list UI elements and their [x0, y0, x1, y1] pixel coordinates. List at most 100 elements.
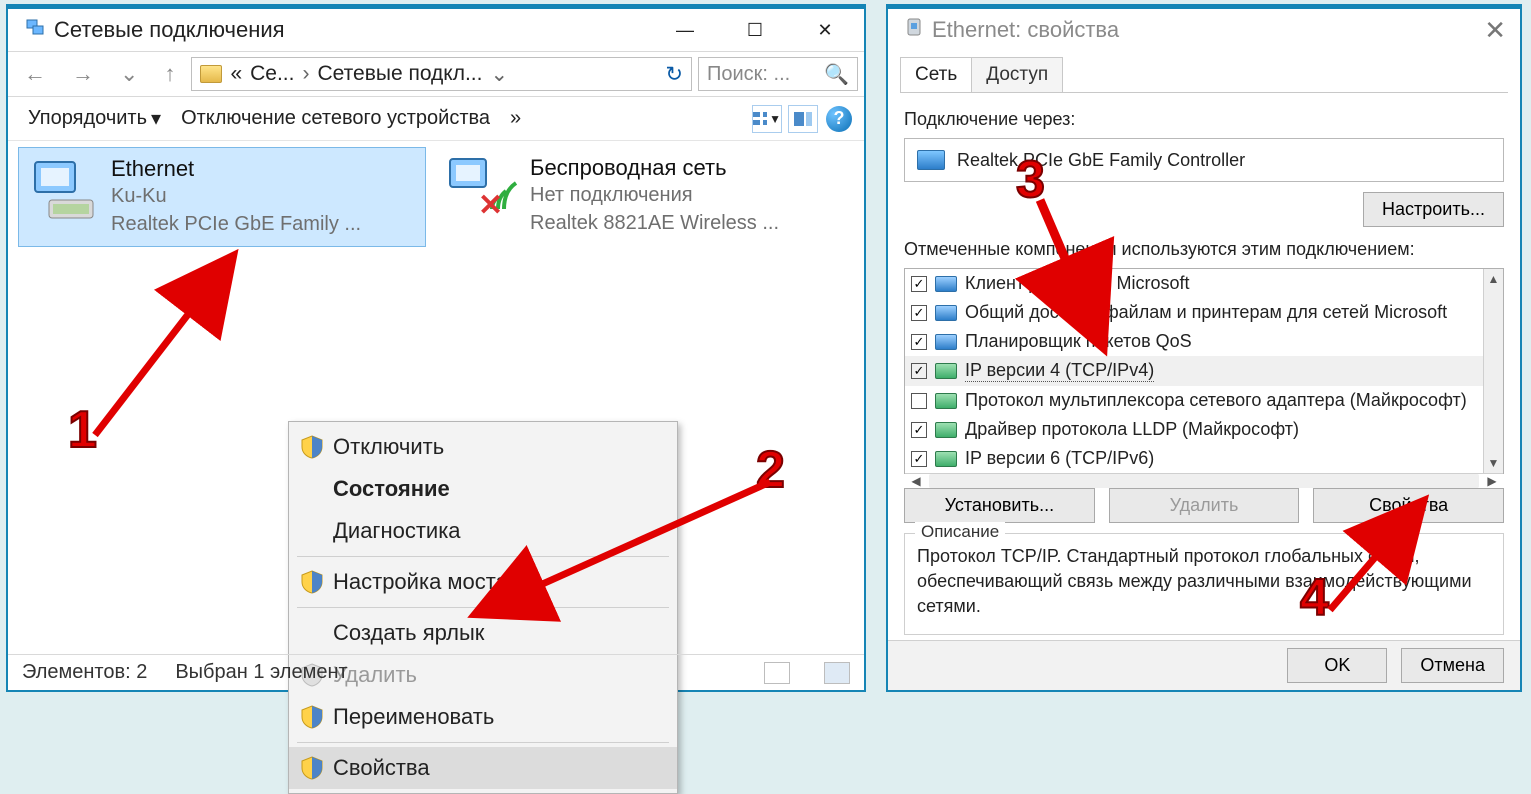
monitor-icon: [935, 276, 957, 292]
scroll-track[interactable]: [929, 474, 1479, 488]
scrollbar-vertical[interactable]: ▲ ▼: [1483, 269, 1503, 473]
properties-button[interactable]: Свойства: [1313, 488, 1504, 523]
titlebar: Ethernet: свойства ✕: [888, 9, 1520, 51]
up-button[interactable]: ↑: [154, 61, 185, 87]
checkbox[interactable]: ✓: [911, 276, 927, 292]
status-elements-count: Элементов: 2: [22, 661, 147, 684]
tabs: Сеть Доступ: [900, 57, 1508, 93]
monitor-icon: [935, 305, 957, 321]
menu-diagnostics[interactable]: Диагностика: [289, 510, 677, 552]
checkbox[interactable]: [911, 393, 927, 409]
component-item[interactable]: Протокол мультиплексора сетевого адаптер…: [905, 386, 1483, 415]
wireless-adapter-icon: ✕: [448, 155, 518, 225]
breadcrumb-parent[interactable]: Се...: [250, 62, 294, 86]
network-connections-icon: [24, 18, 46, 43]
search-icon: 🔍: [824, 62, 849, 87]
maximize-button[interactable]: ☐: [732, 15, 778, 45]
close-button[interactable]: ✕: [802, 15, 848, 45]
organize-menu[interactable]: Упорядочить▾: [18, 106, 171, 131]
component-item[interactable]: ✓ Планировщик пакетов QoS: [905, 327, 1483, 356]
chevron-down-icon: ▼: [769, 112, 781, 126]
description-fieldset: Описание Протокол TCP/IP. Стандартный пр…: [904, 533, 1504, 635]
checkbox[interactable]: ✓: [911, 305, 927, 321]
menu-status[interactable]: Состояние: [289, 468, 677, 510]
component-label: Протокол мультиплексора сетевого адаптер…: [965, 390, 1467, 411]
description-text: Протокол TCP/IP. Стандартный протокол гл…: [917, 544, 1491, 620]
remove-button: Удалить: [1109, 488, 1300, 523]
window-title: Сетевые подключения: [54, 17, 662, 43]
annotation-2: 2: [756, 440, 785, 500]
configure-button[interactable]: Настроить...: [1363, 192, 1504, 227]
component-item[interactable]: ✓Драйвер протокола LLDP (Майкрософт): [905, 415, 1483, 444]
component-item[interactable]: ✓ Общий доступ к файлам и принтерам для с…: [905, 298, 1483, 327]
component-label: Планировщик пакетов QoS: [965, 331, 1192, 352]
network-connections-window: Сетевые подключения — ☐ ✕ ← → ⌄ ↑ « Се..…: [6, 4, 866, 692]
close-button[interactable]: ✕: [1484, 15, 1506, 46]
annotation-3: 3: [1016, 150, 1045, 210]
nic-icon: [935, 451, 957, 467]
menu-bridge[interactable]: Настройка моста: [289, 561, 677, 603]
address-bar[interactable]: « Се... › Сетевые подкл... ⌄ ↻: [191, 57, 692, 91]
connection-adapter: Realtek 8821AE Wireless ...: [530, 209, 779, 237]
back-button[interactable]: ←: [14, 61, 56, 87]
toolbar-overflow[interactable]: »: [500, 107, 531, 130]
shield-icon: [301, 435, 323, 459]
recent-locations-button[interactable]: ⌄: [110, 61, 148, 87]
connection-ethernet[interactable]: Ethernet Ku-Ku Realtek PCIe GbE Family .…: [18, 147, 426, 247]
disable-device-button[interactable]: Отключение сетевого устройства: [171, 107, 500, 130]
menu-disable[interactable]: Отключить: [289, 426, 677, 468]
component-item[interactable]: ✓Клиент для сетей Microsoft: [905, 269, 1483, 298]
nic-icon: [935, 393, 957, 409]
breadcrumb-current[interactable]: Сетевые подкл...: [317, 62, 482, 86]
refresh-button[interactable]: ↻: [665, 62, 683, 87]
components-listbox[interactable]: ✓Клиент для сетей Microsoft✓Общий доступ…: [904, 268, 1504, 474]
view-options-button[interactable]: ▼: [752, 105, 782, 133]
search-box[interactable]: Поиск: ... 🔍: [698, 57, 858, 91]
component-label: Общий доступ к файлам и принтерам для се…: [965, 302, 1447, 323]
adapter-name: Realtek PCIe GbE Family Controller: [957, 150, 1245, 171]
navigation-bar: ← → ⌄ ↑ « Се... › Сетевые подкл... ⌄ ↻ П…: [8, 51, 864, 97]
checkbox[interactable]: ✓: [911, 451, 927, 467]
cancel-button[interactable]: Отмена: [1401, 648, 1504, 683]
menu-rename[interactable]: Переименовать: [289, 696, 677, 738]
menu-create-shortcut[interactable]: Создать ярлык: [289, 612, 677, 654]
dialog-buttons: OK Отмена: [888, 640, 1520, 690]
status-selected: Выбран 1 элемент: [175, 661, 347, 684]
ethernet-adapter-icon: [29, 156, 99, 226]
network-tab-panel: Подключение через: Realtek PCIe GbE Fami…: [888, 93, 1520, 643]
checkbox[interactable]: ✓: [911, 334, 927, 350]
large-icons-view-button[interactable]: [824, 662, 850, 684]
annotation-1: 1: [68, 400, 97, 460]
adapter-icon: [904, 17, 924, 44]
chevron-down-icon: ▾: [151, 106, 161, 131]
help-button[interactable]: ?: [824, 105, 854, 133]
component-item[interactable]: ✓IP версии 4 (TCP/IPv4): [905, 356, 1483, 386]
forward-button[interactable]: →: [62, 61, 104, 87]
breadcrumb-back: «: [230, 62, 242, 86]
scroll-right-button[interactable]: ▶: [1481, 474, 1503, 488]
tab-network[interactable]: Сеть: [900, 57, 972, 92]
minimize-button[interactable]: —: [662, 15, 708, 45]
menu-properties[interactable]: Свойства: [289, 747, 677, 789]
component-item[interactable]: ✓IP версии 6 (TCP/IPv6): [905, 444, 1483, 473]
install-button[interactable]: Установить...: [904, 488, 1095, 523]
ok-button[interactable]: OK: [1287, 648, 1387, 683]
checkbox[interactable]: ✓: [911, 363, 927, 379]
shield-icon: [301, 705, 323, 729]
scroll-left-button[interactable]: ◀: [905, 474, 927, 488]
svg-text:✕: ✕: [478, 189, 503, 222]
ethernet-properties-window: Ethernet: свойства ✕ Сеть Доступ Подключ…: [886, 4, 1522, 692]
connection-wireless[interactable]: ✕ Беспроводная сеть Нет подключения Real…: [438, 147, 846, 245]
adapter-name-box: Realtek PCIe GbE Family Controller: [904, 138, 1504, 182]
breadcrumb-dropdown[interactable]: ⌄: [490, 62, 508, 87]
scroll-up-button[interactable]: ▲: [1488, 269, 1500, 289]
scroll-down-button[interactable]: ▼: [1488, 453, 1500, 473]
checkbox[interactable]: ✓: [911, 422, 927, 438]
tab-access[interactable]: Доступ: [971, 57, 1063, 92]
connect-via-label: Подключение через:: [904, 109, 1504, 130]
search-placeholder: Поиск: ...: [707, 63, 790, 86]
details-view-button[interactable]: [764, 662, 790, 684]
scrollbar-horizontal[interactable]: ◀ ▶: [905, 473, 1503, 488]
preview-pane-button[interactable]: [788, 105, 818, 133]
monitor-icon: [935, 334, 957, 350]
